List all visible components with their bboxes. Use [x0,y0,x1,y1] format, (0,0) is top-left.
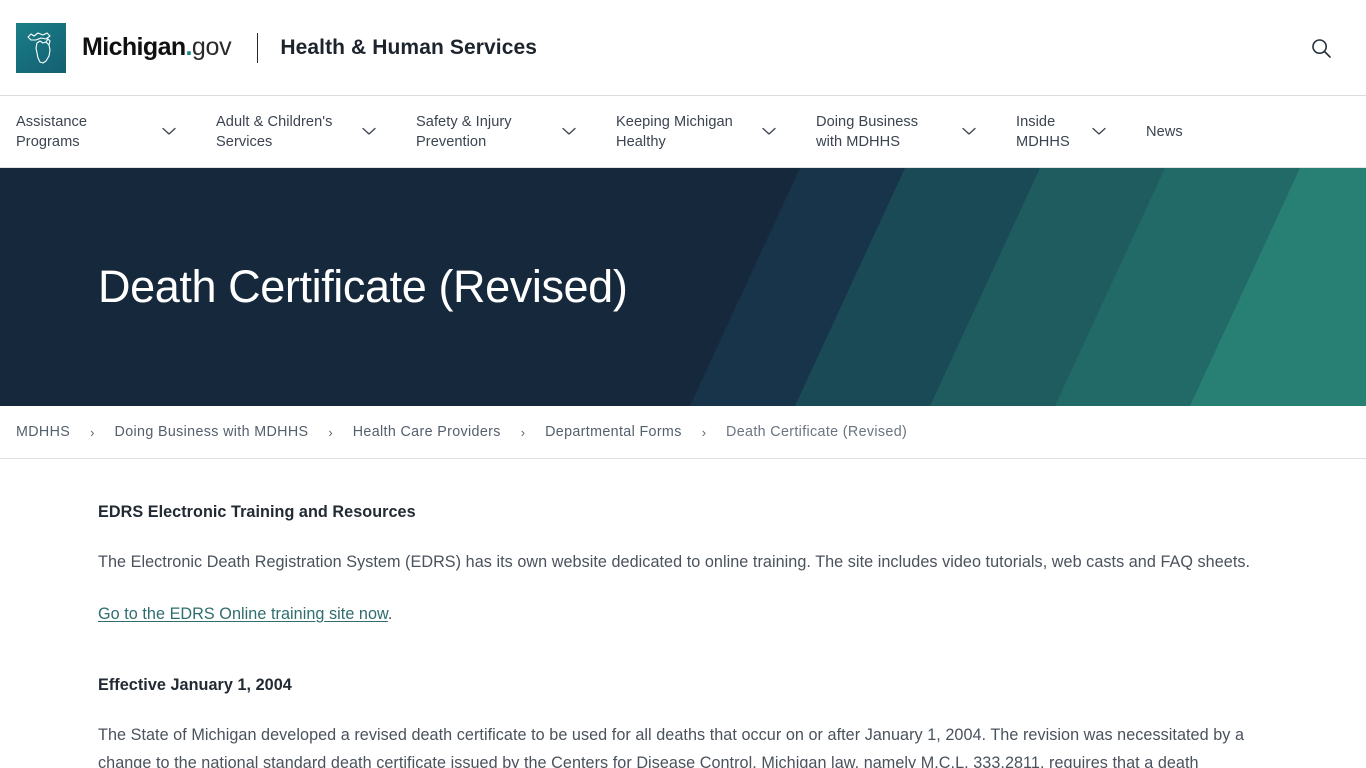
nav-item-safety-injury-prevention[interactable]: Safety & Injury Prevention [416,108,576,156]
nav-item-label: Inside MDHHS [1016,113,1070,150]
search-button[interactable] [1304,31,1338,65]
nav-item-adult-childrens-services[interactable]: Adult & Children's Services [216,108,376,156]
breadcrumb-separator-icon: › [520,424,526,440]
chevron-down-icon[interactable] [962,123,976,141]
section-divider-space [98,654,1268,676]
nav-item-keeping-michigan-healthy[interactable]: Keeping Michigan Healthy [616,108,776,156]
chevron-down-icon[interactable] [562,123,576,141]
hero-banner: Death Certificate (Revised) [0,168,1366,406]
nav-item-label: Safety & Injury Prevention [416,113,512,150]
breadcrumb: MDHHS › Doing Business with MDHHS › Heal… [0,406,1366,459]
nav-item-doing-business-with-mdhhs[interactable]: Doing Business with MDHHS [816,108,976,156]
page-title: Death Certificate (Revised) [98,261,628,313]
breadcrumb-item-doing-business-with-mdhhs[interactable]: Doing Business with MDHHS [115,424,309,440]
chevron-down-icon[interactable] [162,123,176,141]
chevron-down-icon[interactable] [1092,123,1106,141]
main-navigation: Assistance Programs Adult & Children's S… [0,95,1366,168]
section-heading-effective-date: Effective January 1, 2004 [98,676,292,694]
link-suffix-period: . [387,605,393,623]
wordmark-gov: gov [191,33,232,61]
breadcrumb-separator-icon: › [90,424,95,440]
michigan-gov-wordmark[interactable]: Michigan.gov [82,33,232,61]
brand-divider [257,32,259,63]
chevron-down-icon[interactable] [762,123,776,141]
wordmark-main: Michigan [82,33,186,61]
nav-item-assistance-programs[interactable]: Assistance Programs [16,108,176,156]
nav-item-inside-mdhhs[interactable]: Inside MDHHS [1016,108,1106,156]
department-title: Health & Human Services [280,35,538,59]
brand-block[interactable]: Michigan.gov [16,22,232,73]
nav-item-label: News [1146,123,1183,140]
edrs-link-line: Go to the EDRS Online training site now. [98,600,1268,628]
search-icon [1310,37,1332,59]
nav-item-label: Assistance Programs [16,113,88,150]
breadcrumb-item-health-care-providers[interactable]: Health Care Providers [353,424,501,440]
chevron-down-icon[interactable] [362,123,376,141]
nav-item-label: Doing Business with MDHHS [816,113,919,150]
main-content: EDRS Electronic Training and Resources T… [0,459,1366,768]
section-paragraph-edrs-training: The Electronic Death Registration System… [98,553,1251,571]
nav-item-news[interactable]: News [1146,118,1183,146]
section-heading-edrs-training: EDRS Electronic Training and Resources [98,503,416,521]
site-header: Michigan.gov Health & Human Services [0,0,1366,95]
nav-item-label: Keeping Michigan Healthy [616,113,733,150]
michigan-state-outline-icon[interactable] [16,22,66,73]
nav-item-label: Adult & Children's Services [216,113,333,150]
breadcrumb-item-departmental-forms[interactable]: Departmental Forms [545,424,682,440]
breadcrumb-separator-icon: › [328,424,333,440]
breadcrumb-item-mdhhs[interactable]: MDHHS [16,424,70,440]
breadcrumb-separator-icon: › [701,424,707,440]
edrs-online-training-link[interactable]: Go to the EDRS Online training site now [98,605,388,623]
section-paragraph-effective-date: The State of Michigan developed a revise… [98,726,1244,768]
breadcrumb-item-current: Death Certificate (Revised) [726,424,908,440]
